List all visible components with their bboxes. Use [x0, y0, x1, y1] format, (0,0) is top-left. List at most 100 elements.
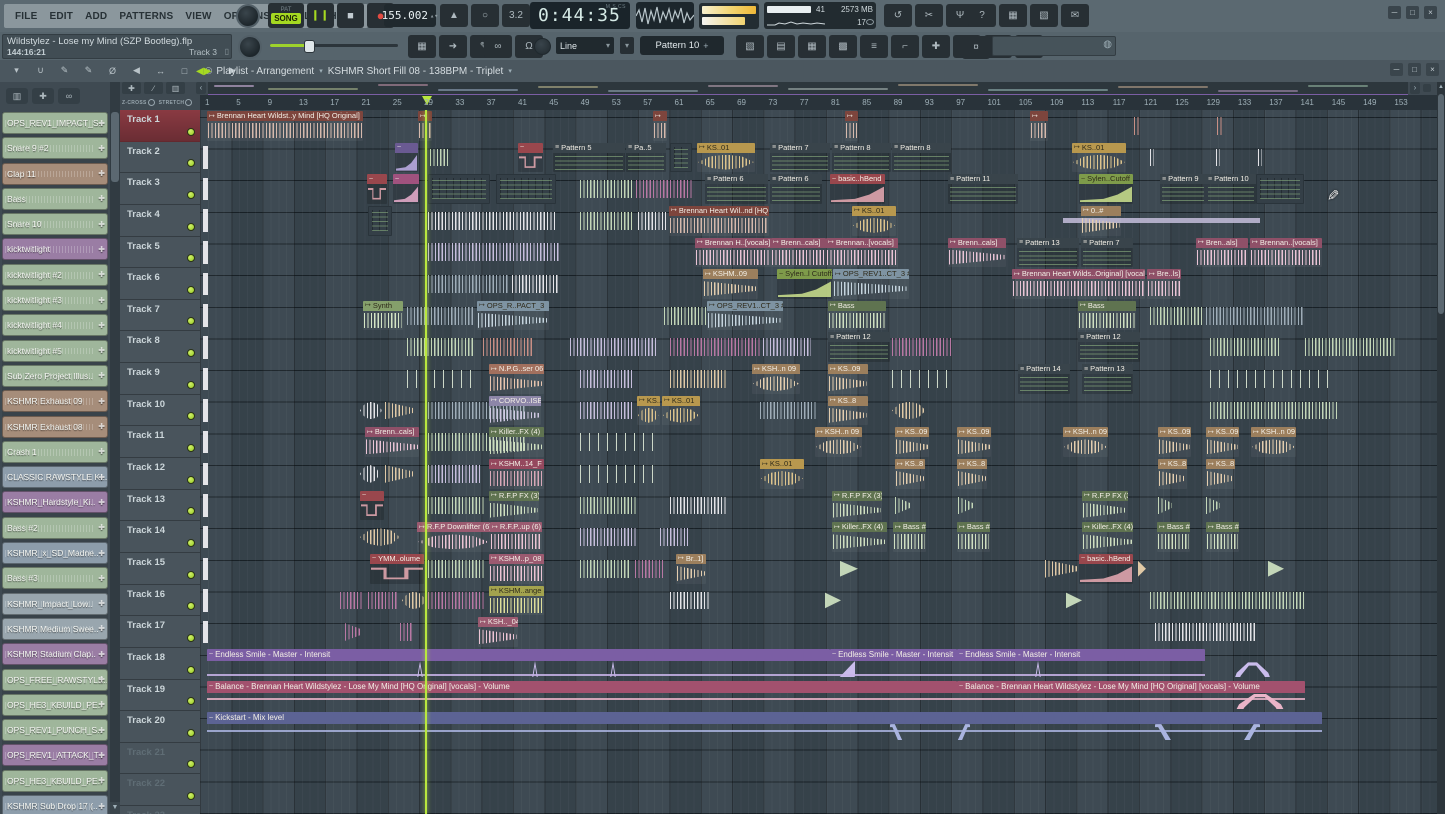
navigator-left-icon[interactable]: ‹ — [196, 82, 206, 94]
audio-clip[interactable]: ↦Bass #2 — [1206, 522, 1239, 552]
track-mute-led[interactable] — [187, 538, 195, 547]
audio-clip[interactable] — [825, 586, 841, 616]
picker-item[interactable]: KSHMR Medium Swee.. ✚ — [2, 617, 108, 640]
automation-clip[interactable]: ~ Sylen..l Cutoff — [777, 269, 832, 299]
maximize-button[interactable]: □ — [1408, 63, 1421, 76]
shuffle-knob[interactable] — [238, 35, 262, 59]
audio-clip[interactable] — [203, 617, 208, 647]
pattern-add-icon[interactable]: + — [703, 41, 708, 51]
audio-clip[interactable]: ↦ Bre..ls] — [1147, 269, 1181, 299]
audio-clip[interactable]: ↦ N.P.G..ser 06 — [489, 364, 544, 394]
track-row-1[interactable]: Track 1 — [120, 110, 200, 142]
picker-item[interactable]: kicktwitlight #3 ✚ — [2, 289, 108, 312]
audio-clip[interactable]: ↦R.F.P FX (3) — [832, 490, 882, 521]
picker-item[interactable]: kicktwitlight ✚ — [2, 238, 108, 261]
pattern-clip[interactable]: ≡ Pattern 13 — [1082, 364, 1133, 394]
picker-item[interactable]: OPS_REV1_ATTACK_T.. ✚ — [2, 744, 108, 767]
automation-clip[interactable]: ~ — [367, 174, 387, 204]
picker-item[interactable]: Snare 9 #2 ✚ — [2, 137, 108, 160]
track-row-14[interactable]: Track 14 — [120, 521, 200, 553]
picker-panel-icon[interactable]: ▥ — [166, 82, 185, 94]
pattern-clip[interactable]: ≡ Pattern 12 — [1078, 332, 1140, 363]
audio-clip[interactable] — [385, 459, 413, 489]
audio-clip[interactable]: ↦CORVO..ISE 2 — [489, 395, 541, 426]
arrangement-navigator[interactable] — [208, 82, 1408, 96]
pattern-clip[interactable]: ≡ Pattern 8 — [892, 142, 951, 173]
track-mute-led[interactable] — [187, 159, 195, 168]
pat-song-switch[interactable]: PAT SONG — [268, 3, 304, 28]
audio-clip[interactable]: ↦ KS..09 — [1206, 427, 1239, 457]
audio-clip[interactable] — [1134, 111, 1141, 141]
track-row-11[interactable]: Track 11 — [120, 426, 200, 459]
audio-clip[interactable]: ↦ — [845, 111, 858, 141]
track-mute-led[interactable] — [187, 254, 195, 263]
audio-clip[interactable] — [1150, 301, 1202, 331]
audio-clip[interactable] — [1216, 143, 1220, 173]
snap-secondary-dropdown[interactable]: ▾ — [620, 37, 634, 54]
audio-clip[interactable] — [1066, 586, 1082, 616]
minimize-button[interactable]: ─ — [1388, 6, 1401, 19]
audio-clip[interactable]: ↦ KS..09 — [895, 427, 929, 457]
wait-input-icon[interactable]: ○ — [471, 4, 499, 27]
audio-clip[interactable] — [1217, 111, 1224, 141]
picker-item[interactable]: kicktwitlight #5 ✚ — [2, 339, 108, 362]
arrangement-subtitle[interactable]: KSHMR Short Fill 08 - 138BPM - Triplet — [328, 66, 504, 77]
playlist-vertical-scrollbar[interactable]: ▲ — [1437, 82, 1445, 814]
metronome-icon[interactable]: ▲ — [440, 4, 468, 27]
save-as-icon[interactable]: ▧ — [1030, 4, 1058, 27]
audio-clip[interactable]: ↦ OPS_REV1..CT_3 #2 — [833, 269, 909, 299]
automation-clip[interactable]: ~ Endless Smile - Master - Intensit — [830, 648, 957, 679]
audio-clip[interactable]: ↦ KS..01 — [852, 205, 896, 236]
pattern-clip[interactable]: ≡ Pattern 14 — [1018, 364, 1070, 394]
audio-clip[interactable] — [1210, 396, 1338, 426]
automation-clip[interactable]: ~ Endless Smile - Master - Intensit — [207, 648, 830, 679]
browser-icon[interactable]: ≡ — [860, 35, 888, 58]
audio-clip[interactable] — [345, 617, 362, 647]
audio-clip[interactable] — [580, 206, 632, 236]
audio-clip[interactable] — [203, 554, 208, 584]
stretch-toggle[interactable]: STRETCH — [159, 99, 193, 106]
audio-clip[interactable]: ↦ Brennan Heart Wildst..y Mind [HQ Origin… — [207, 111, 363, 141]
audio-clip[interactable] — [1150, 143, 1154, 173]
options-arrow-icon[interactable]: ▾ — [6, 62, 27, 79]
song-mode-label[interactable]: SONG — [271, 13, 301, 24]
audio-clip[interactable]: ↦R.F.P FX (3) — [1082, 490, 1128, 521]
close-button[interactable]: × — [1426, 63, 1439, 76]
audio-clip[interactable]: ↦ Brennan H..[vocals] — [695, 237, 771, 268]
zcross-toggle[interactable]: Z-CROSS — [122, 99, 155, 106]
picker-item[interactable]: KSHMR Stadium Clap.. ✚ — [2, 643, 108, 666]
picker-scroll-thumb[interactable] — [111, 112, 119, 182]
pattern-clip[interactable]: ≡ Pattern 10 — [1206, 174, 1256, 204]
audio-clip[interactable] — [203, 586, 208, 616]
pencil-tool-icon[interactable]: ✎ — [54, 62, 75, 79]
audio-clip[interactable] — [1206, 491, 1220, 521]
pattern-clip[interactable]: ≡ Pattern 7 — [770, 142, 830, 173]
audio-clip[interactable]: ↦ Bass — [828, 300, 886, 331]
pattern-clip[interactable] — [1256, 174, 1304, 204]
audio-clip[interactable] — [428, 206, 556, 236]
menu-item-edit[interactable]: EDIT — [44, 11, 78, 22]
audio-clip[interactable] — [407, 301, 475, 331]
audio-clip[interactable] — [660, 522, 688, 552]
automation-clip[interactable]: ~ basic..hBend — [1079, 553, 1133, 584]
picker-item[interactable]: KSHMR Exhaust 08 ✚ — [2, 415, 108, 438]
brush-tool-icon[interactable]: ✎ — [78, 62, 99, 79]
audio-clip[interactable] — [203, 459, 208, 489]
track-row-4[interactable]: Track 4 — [120, 205, 200, 237]
metronome-monitor-icon[interactable] — [534, 38, 551, 55]
audio-clip[interactable]: ↦ KS..8 — [957, 459, 987, 489]
pattern-clip[interactable]: ≡ Pattern 5 — [553, 142, 625, 173]
tempo-stepper[interactable]: ▴▾ — [430, 12, 438, 20]
track-row-13[interactable]: Track 13 — [120, 490, 200, 522]
audio-clip[interactable] — [1155, 617, 1255, 647]
track-mute-led[interactable] — [187, 222, 195, 231]
time-display[interactable]: M.S.CS 0:44:35 — [530, 2, 630, 29]
audio-clip[interactable] — [664, 301, 706, 331]
maximize-button[interactable]: □ — [1406, 6, 1419, 19]
pattern-clip[interactable]: ≡ Pattern 6 — [770, 174, 822, 204]
picker-item[interactable]: OPS_FREE_RAWSTYLE.. ✚ — [2, 668, 108, 691]
track-mute-led[interactable] — [187, 444, 195, 453]
audio-clip[interactable] — [428, 586, 486, 616]
audio-clip[interactable] — [892, 364, 950, 394]
audio-clip[interactable] — [570, 332, 656, 362]
